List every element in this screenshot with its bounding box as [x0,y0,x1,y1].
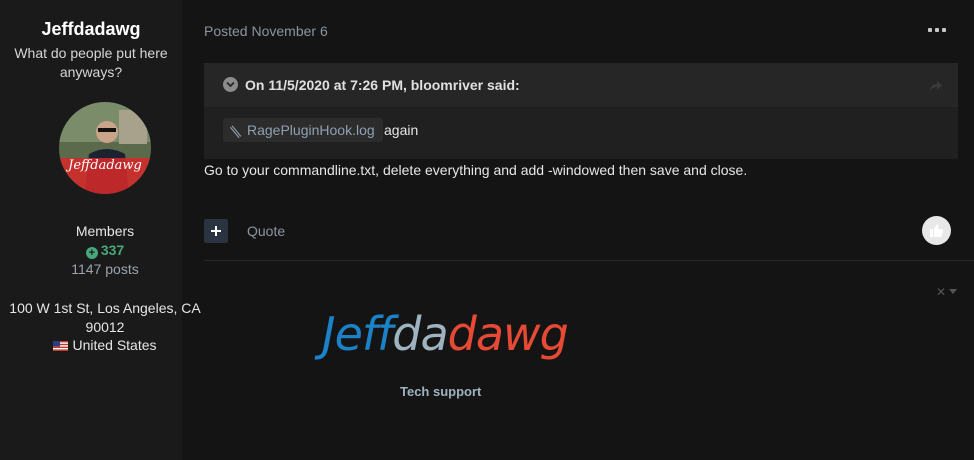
quote-button[interactable]: Quote [247,223,285,239]
country-name: United States [72,337,157,353]
quote-block: On 11/5/2020 at 7:26 PM, bloomriver said… [204,63,958,159]
plus-circle-icon: + [85,247,98,259]
reputation-badge: +337 [0,242,210,259]
attachment-filename: RagePluginHook.log [247,122,375,138]
post-count: 1147 posts [71,261,139,277]
share-icon[interactable] [929,78,943,92]
signature-logo-part1: Jeff [322,307,393,361]
author-tagline: What do people put here anyways? [14,45,168,80]
close-icon[interactable]: ✕ [936,285,946,299]
caret-down-icon[interactable] [949,289,958,294]
post-date[interactable]: Posted November 6 [204,23,328,39]
avatar[interactable]: Jeffdadawg [59,102,151,194]
us-flag-icon [53,341,69,351]
signature-logo-part3: dawg [447,307,569,361]
post-body: Go to your commandline.txt, delete every… [204,162,748,178]
signature-logo-part2: da [392,307,448,361]
author-location: 100 W 1st St, Los Angeles, CA 90012 [9,300,201,335]
quote-citation[interactable]: On 11/5/2020 at 7:26 PM, bloomriver said… [245,77,520,93]
member-group: Members [75,223,135,239]
thumbs-up-icon[interactable] [922,216,951,245]
more-icon[interactable] [926,22,948,36]
avatar-caption: Jeffdadawg [68,158,142,173]
quote-header: On 11/5/2020 at 7:26 PM, bloomriver said… [204,63,958,107]
paperclip-icon: ∥ [227,122,243,140]
signature-divider [204,260,974,261]
attachment-link[interactable]: ∥ RagePluginHook.log [223,118,383,142]
quote-text: again [384,122,419,138]
signature-controls[interactable]: ✕ [936,285,958,299]
avatar-image [59,102,151,194]
author-name[interactable]: Jeffdadawg [0,19,182,40]
signature-subtitle: Tech support [400,384,482,399]
plus-icon[interactable] [204,219,228,243]
signature-logo: Jeffdadawg [322,307,569,361]
chevron-down-icon[interactable] [223,77,238,92]
reputation-count: 337 [100,242,125,258]
author-panel: Jeffdadawg What do people put here anywa… [0,0,201,460]
author-country: United States [0,337,210,353]
